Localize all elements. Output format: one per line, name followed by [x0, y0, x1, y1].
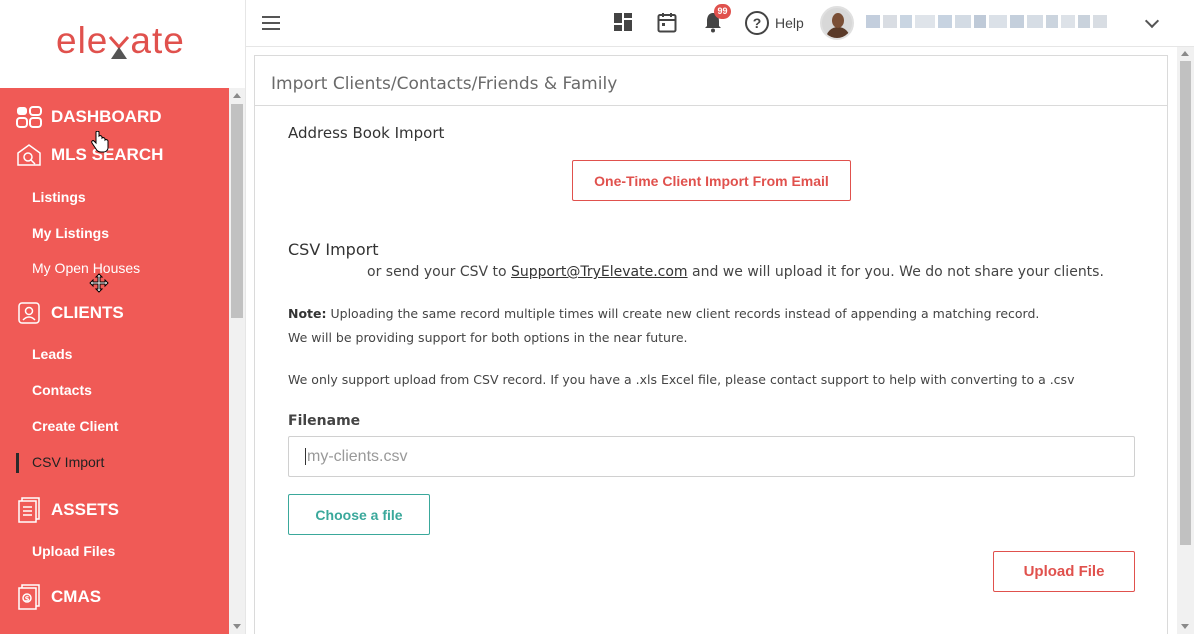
clients-icon [16, 301, 42, 325]
notification-count-badge: 99 [714, 4, 731, 19]
import-card: Import Clients/Contacts/Friends & Family… [254, 55, 1168, 634]
main-scroll-thumb[interactable] [1180, 61, 1191, 545]
user-name-redacted[interactable] [866, 15, 1107, 28]
note-label: Note: [288, 306, 327, 321]
dashboard-icon [16, 105, 42, 129]
menu-toggle-icon[interactable] [262, 16, 280, 30]
house-search-icon [16, 143, 42, 167]
sidebar-section-label: MLS SEARCH [51, 145, 164, 164]
sidebar: DASHBOARD MLS SEARCH Listings My Listing… [0, 88, 229, 634]
sidebar-scrollbar[interactable] [229, 88, 246, 634]
sidebar-item-leads[interactable]: Leads [32, 346, 72, 362]
main-content: Import Clients/Contacts/Friends & Family… [246, 47, 1177, 634]
support-email-link[interactable]: Support@TryElevate.com [511, 264, 688, 280]
future-support-note: We will be providing support for both op… [288, 330, 688, 345]
filename-label: Filename [288, 413, 361, 429]
help-icon[interactable]: ? [745, 11, 769, 35]
csv-only-note: We only support upload from CSV record. … [288, 372, 1075, 387]
send-prefix: or send your CSV to [367, 264, 512, 280]
page-title: Import Clients/Contacts/Friends & Family [271, 74, 618, 94]
calendar-icon[interactable] [657, 12, 677, 38]
duplicate-record-note: Note: Uploading the same record multiple… [288, 306, 1039, 321]
svg-text:$: $ [25, 595, 30, 603]
sidebar-section-clients[interactable]: CLIENTS [16, 301, 124, 325]
send-csv-text: or send your CSV to Support@TryElevate.c… [367, 264, 1104, 280]
scroll-down-arrow-icon[interactable] [1181, 624, 1189, 629]
email-import-button[interactable]: One-Time Client Import From Email [572, 160, 851, 201]
sidebar-item-upload-files[interactable]: Upload Files [32, 543, 115, 559]
documents-icon [16, 497, 42, 523]
sidebar-scroll-thumb[interactable] [231, 104, 243, 318]
address-book-heading: Address Book Import [288, 124, 445, 142]
active-indicator [16, 453, 19, 473]
sidebar-section-assets[interactable]: ASSETS [16, 497, 120, 523]
sidebar-item-my-listings[interactable]: My Listings [32, 225, 109, 241]
user-avatar[interactable] [820, 6, 854, 40]
sidebar-section-cmas[interactable]: $ CMAS [16, 584, 102, 610]
sidebar-section-label: ASSETS [51, 500, 120, 519]
sidebar-section-label: CLIENTS [51, 303, 124, 322]
logo-text-left: ele [56, 20, 109, 61]
note-text: Uploading the same record multiple times… [326, 306, 1040, 321]
sidebar-item-csv-import[interactable]: CSV Import [32, 454, 104, 470]
scroll-up-arrow-icon[interactable] [1181, 51, 1189, 56]
help-link[interactable]: Help [775, 15, 804, 31]
sidebar-item-listings[interactable]: Listings [32, 189, 86, 205]
sidebar-section-dashboard[interactable]: DASHBOARD [16, 105, 162, 129]
sidebar-item-my-open-houses[interactable]: My Open Houses [32, 260, 140, 276]
chevron-down-icon[interactable] [1144, 13, 1160, 29]
choose-file-button[interactable]: Choose a file [288, 494, 430, 535]
card-divider [255, 105, 1167, 106]
scroll-up-arrow-icon[interactable] [233, 93, 241, 98]
sidebar-item-create-client[interactable]: Create Client [32, 418, 118, 434]
sidebar-item-contacts[interactable]: Contacts [32, 382, 92, 398]
cma-icon: $ [16, 584, 42, 610]
scroll-down-arrow-icon[interactable] [233, 624, 241, 629]
logo-area: ele ate [0, 0, 246, 88]
sidebar-section-label: CMAS [51, 587, 102, 606]
elevate-logo[interactable]: ele ate [56, 20, 185, 62]
sidebar-section-mls-search[interactable]: MLS SEARCH [16, 143, 163, 167]
dashboard-grid-icon[interactable] [613, 12, 633, 37]
send-suffix: and we will upload it for you. We do not… [687, 264, 1104, 280]
main-scrollbar[interactable] [1177, 47, 1194, 634]
upload-file-button[interactable]: Upload File [993, 551, 1135, 592]
filename-input[interactable]: my-clients.csv [288, 436, 1135, 477]
csv-import-heading: CSV Import [288, 240, 379, 259]
filename-placeholder: my-clients.csv [307, 447, 408, 465]
top-bar: 99 ? Help [246, 0, 1194, 47]
sidebar-section-label: DASHBOARD [51, 107, 162, 126]
logo-text-right: ate [130, 20, 185, 61]
